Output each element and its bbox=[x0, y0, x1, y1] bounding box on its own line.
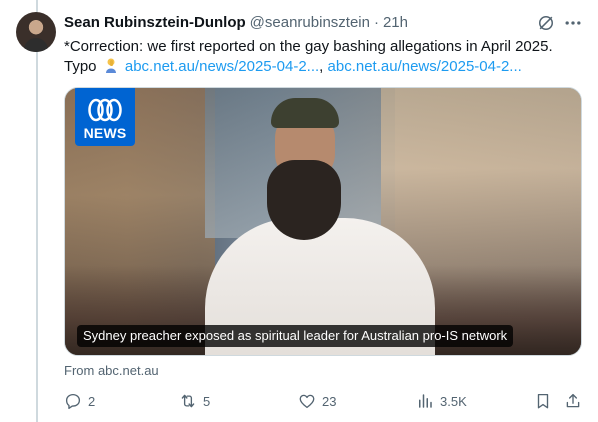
like-count: 23 bbox=[322, 393, 337, 409]
subject-beard bbox=[267, 160, 341, 240]
article-link-1[interactable]: abc.net.au/news/2025-04-2... bbox=[125, 58, 319, 75]
reply-icon bbox=[65, 393, 81, 410]
reply-count: 2 bbox=[88, 393, 96, 409]
bookmark-icon bbox=[537, 393, 549, 409]
views-count: 3.5K bbox=[440, 393, 467, 409]
timestamp[interactable]: 21h bbox=[383, 13, 408, 33]
link-card-image[interactable]: NEWS Sydney preacher exposed as spiritua… bbox=[64, 87, 582, 356]
views-icon bbox=[419, 394, 432, 408]
article-link-2[interactable]: abc.net.au/news/2025-04-2... bbox=[328, 58, 522, 75]
like-icon bbox=[299, 394, 315, 409]
user-handle[interactable]: @seanrubinsztein bbox=[250, 13, 370, 33]
tweet-text-line2: Typo abc.net.au/news/2025-04-2..., abc.n… bbox=[64, 57, 584, 77]
share-button[interactable] bbox=[564, 391, 582, 411]
repost-button[interactable]: 5 bbox=[179, 391, 210, 411]
separator-dot: · bbox=[373, 14, 379, 31]
tweet-text: *Correction: we first reported on the ga… bbox=[64, 37, 584, 77]
abc-logo-text: NEWS bbox=[83, 125, 127, 141]
repost-count: 5 bbox=[203, 393, 211, 409]
tweet-header: Sean Rubinsztein-Dunlop @seanrubinsztein… bbox=[64, 13, 408, 33]
views-button[interactable]: 3.5K bbox=[416, 391, 467, 411]
like-button[interactable]: 23 bbox=[298, 391, 336, 411]
action-bar: 2 5 23 3.5K bbox=[64, 391, 584, 411]
link-card-caption: Sydney preacher exposed as spiritual lea… bbox=[77, 325, 514, 347]
tweet-text-line1: *Correction: we first reported on the ga… bbox=[64, 38, 553, 55]
photo-subject bbox=[185, 88, 455, 355]
subject-cap bbox=[271, 98, 339, 128]
bookmark-button[interactable] bbox=[534, 391, 552, 411]
reply-button[interactable]: 2 bbox=[64, 391, 95, 411]
share-icon bbox=[566, 393, 580, 408]
avatar[interactable] bbox=[16, 12, 56, 52]
tweet-text-prefix: Typo bbox=[64, 58, 97, 75]
link-separator: , bbox=[319, 58, 324, 75]
more-icon[interactable] bbox=[563, 13, 583, 33]
person-facepalming-emoji-icon bbox=[105, 58, 116, 73]
link-source[interactable]: From abc.net.au bbox=[64, 363, 159, 379]
grok-icon[interactable] bbox=[536, 13, 556, 33]
abc-news-logo: NEWS bbox=[75, 88, 135, 146]
display-name[interactable]: Sean Rubinsztein-Dunlop bbox=[64, 13, 246, 33]
repost-icon bbox=[181, 394, 195, 408]
thread-line bbox=[36, 0, 38, 422]
abc-logo-icon bbox=[88, 98, 122, 122]
